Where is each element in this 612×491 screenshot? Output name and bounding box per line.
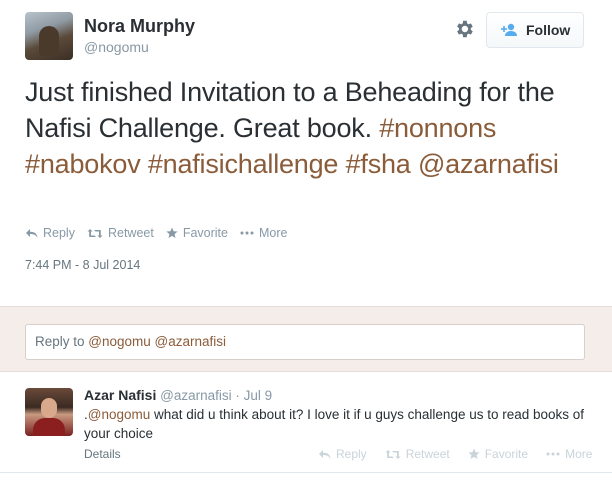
reply-panel: Reply to @nogomu @azarnafisi xyxy=(0,306,612,372)
main-tweet: Nora Murphy @nogomu Follow Just finished… xyxy=(0,0,612,306)
tweet-actions: Reply Retweet Favorite More xyxy=(25,226,299,240)
ellipsis-icon xyxy=(546,452,560,456)
reply-author-handle[interactable]: @azarnafisi xyxy=(160,388,231,403)
reply-text: .@nogomu what did u think about it? I lo… xyxy=(84,405,594,443)
hashtag-nabokov[interactable]: #nabokov xyxy=(25,149,141,179)
avatar[interactable] xyxy=(25,12,73,60)
details-link[interactable]: Details xyxy=(84,447,121,461)
reply-tweet-retweet-button[interactable]: Retweet xyxy=(385,447,450,461)
more-button[interactable]: More xyxy=(240,226,287,240)
hashtag-nafisichallenge[interactable]: #nafisichallenge xyxy=(148,149,339,179)
reply-input-prefix: Reply to xyxy=(35,334,89,349)
retweet-button[interactable]: Retweet xyxy=(87,226,154,240)
mention-azarnafisi[interactable]: @azarnafisi xyxy=(418,149,559,179)
author-name[interactable]: Nora Murphy xyxy=(84,16,195,37)
reply-avatar[interactable] xyxy=(25,388,73,436)
tweet-timestamp[interactable]: 7:44 PM - 8 Jul 2014 xyxy=(25,258,140,272)
reply-author-name[interactable]: Azar Nafisi xyxy=(84,387,156,403)
follow-button[interactable]: Follow xyxy=(486,12,584,48)
reply-date[interactable]: · Jul 9 xyxy=(232,388,272,403)
reply-icon xyxy=(26,228,38,238)
reply-input-mentions: @nogomu @azarnafisi xyxy=(88,334,227,349)
retweet-icon xyxy=(87,228,103,238)
favorite-label: Favorite xyxy=(182,226,228,240)
reply-tweet-favorite-button[interactable]: Favorite xyxy=(468,447,528,461)
reply-tweet: Azar Nafisi @azarnafisi · Jul 9 .@nogomu… xyxy=(0,373,612,473)
more-label: More xyxy=(258,226,288,240)
reply-text-body: what did u think about it? I love it if … xyxy=(84,407,585,441)
reply-input[interactable]: Reply to @nogomu @azarnafisi xyxy=(25,324,585,360)
author-handle[interactable]: @nogomu xyxy=(84,39,149,55)
ellipsis-icon xyxy=(240,231,254,235)
follow-button-label: Follow xyxy=(526,22,571,38)
tweet-text: Just finished Invitation to a Beheading … xyxy=(25,74,595,182)
star-icon xyxy=(468,448,480,459)
reply-tweet-reply-button[interactable]: Reply xyxy=(318,447,367,461)
reply-label: Reply xyxy=(43,226,75,240)
reply-mention-nogomu[interactable]: @nogomu xyxy=(88,407,151,422)
reply-tweet-actions: Reply Retweet Favorite More xyxy=(318,447,610,461)
gear-icon[interactable] xyxy=(453,18,475,40)
reply-tweet-reply-label: Reply xyxy=(336,447,367,461)
favorite-button[interactable]: Favorite xyxy=(166,226,228,240)
reply-button[interactable]: Reply xyxy=(25,226,75,240)
hashtag-fsha[interactable]: #fsha xyxy=(346,149,411,179)
reply-header: Azar Nafisi @azarnafisi · Jul 9 xyxy=(84,387,272,403)
reply-tweet-more-label: More xyxy=(565,447,593,461)
retweet-icon xyxy=(385,449,401,459)
reply-icon xyxy=(319,449,331,459)
hashtag-nonnons[interactable]: #nonnons xyxy=(379,113,496,143)
reply-tweet-more-button[interactable]: More xyxy=(546,447,592,461)
retweet-label: Retweet xyxy=(107,226,154,240)
reply-tweet-retweet-label: Retweet xyxy=(405,447,450,461)
add-user-icon xyxy=(501,23,517,36)
reply-tweet-favorite-label: Favorite xyxy=(484,447,529,461)
star-icon xyxy=(166,227,178,238)
